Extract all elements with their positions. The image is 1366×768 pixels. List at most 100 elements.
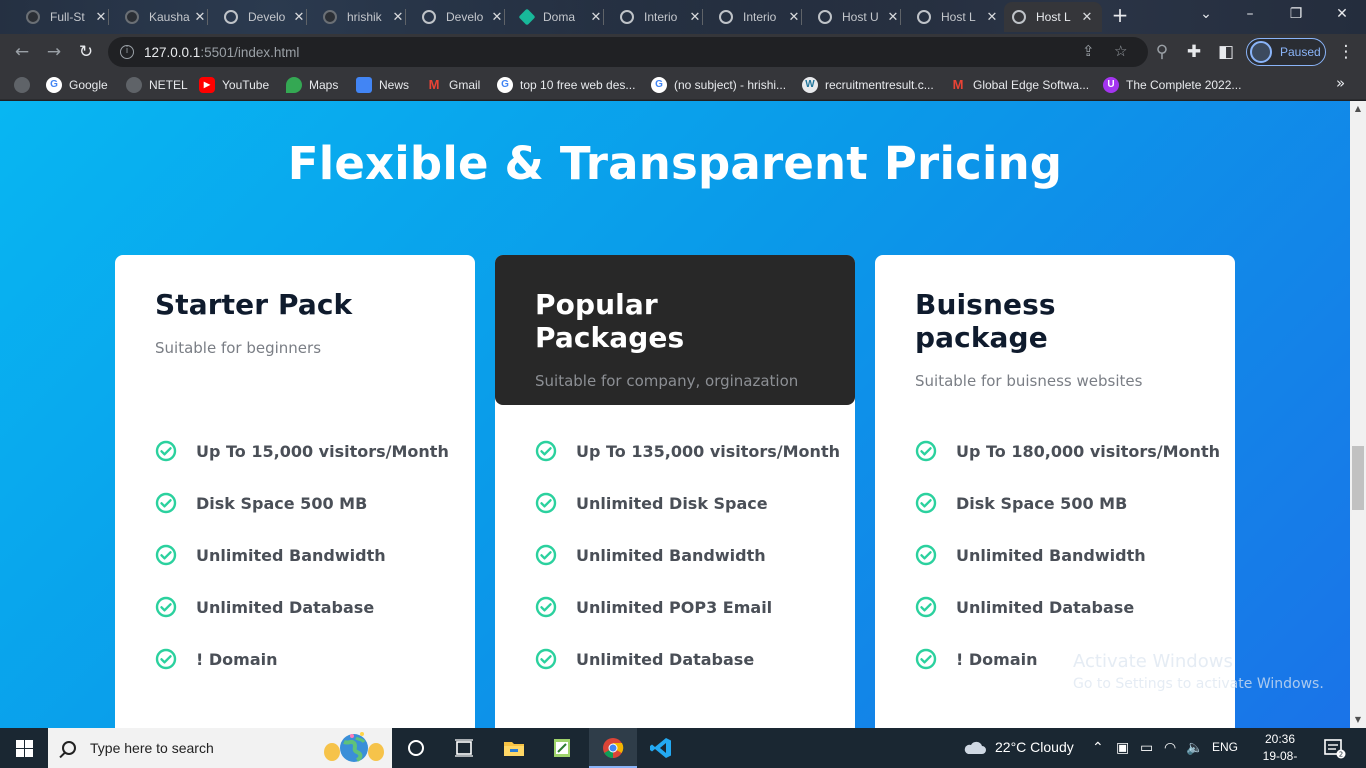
maps-icon (286, 77, 302, 93)
tab-search-icon[interactable]: ⌄ (1196, 6, 1216, 22)
bookmark-item[interactable]: Gtop 10 free web des... (497, 76, 635, 94)
close-icon[interactable]: ✕ (292, 9, 306, 25)
browser-tab[interactable]: Full-St ✕ (18, 2, 116, 32)
bookmark-item[interactable]: U The Complete 2022... (1103, 76, 1241, 94)
bookmark-item[interactable]: Wrecruitmentresult.c... (802, 76, 934, 94)
feature-text: Up To 135,000 visitors/Month (576, 441, 840, 461)
browser-tab[interactable]: Host U ✕ (810, 2, 908, 32)
bookmark-item[interactable]: M Global Edge Softwa... (950, 76, 1090, 94)
youtube-icon: ▶ (199, 77, 215, 93)
chrome-icon[interactable] (601, 736, 625, 760)
browser-tab[interactable]: Host L ✕ (909, 2, 1007, 32)
pricing-card-popular[interactable]: Popular Packages Suitable for company, o… (495, 255, 855, 728)
card-header: Buisness package Suitable for buisness w… (875, 255, 1235, 405)
plan-name: Popular Packages (535, 288, 685, 354)
close-icon[interactable]: ✕ (490, 9, 504, 25)
scroll-up-arrow-icon[interactable]: ▲ (1350, 101, 1366, 117)
puzzle-icon[interactable]: ✚ (1184, 42, 1204, 62)
pricing-card-starter[interactable]: Starter Pack Suitable for beginners Up T… (115, 255, 475, 728)
bookmark-youtube[interactable]: ▶ YouTube (199, 76, 269, 94)
plan-name: Starter Pack (155, 288, 353, 321)
card-header: Starter Pack Suitable for beginners (115, 255, 475, 405)
scrollbar-thumb[interactable] (1352, 446, 1364, 510)
browser-tab-active[interactable]: Host L ✕ (1004, 2, 1102, 32)
wifi-icon[interactable]: ◠ (1164, 739, 1176, 756)
battery-icon[interactable]: ▭ (1140, 739, 1153, 756)
close-icon[interactable]: ✕ (985, 9, 999, 25)
meet-now-icon[interactable]: ▣ (1116, 739, 1129, 756)
feature-item: Disk Space 500 MB (155, 477, 475, 529)
browser-tab[interactable]: Kausha ✕ (117, 2, 215, 32)
close-icon[interactable]: ✕ (688, 9, 702, 25)
volume-icon[interactable]: 🔈 (1186, 739, 1203, 756)
vscode-icon[interactable] (649, 736, 673, 760)
check-circle-icon (535, 648, 557, 670)
windows-start-button[interactable] (0, 728, 48, 768)
check-circle-icon (155, 544, 177, 566)
google-icon: G (46, 77, 62, 93)
cortana-icon[interactable] (404, 736, 428, 760)
feature-list: Up To 180,000 visitors/Month Disk Space … (875, 405, 1235, 685)
browser-tab[interactable]: Develo ✕ (414, 2, 512, 32)
profile-button[interactable]: Paused (1246, 38, 1326, 66)
browser-tab[interactable]: Develo ✕ (216, 2, 314, 32)
google-icon: G (497, 77, 513, 93)
globe-icon (818, 10, 832, 24)
reload-icon[interactable]: ↻ (76, 42, 96, 62)
bookmark-label: Maps (309, 78, 339, 92)
bookmark-news[interactable]: News (356, 76, 409, 94)
feature-text: Unlimited Database (576, 649, 755, 669)
close-icon[interactable]: ✕ (886, 9, 900, 25)
bookmark-item[interactable]: G (no subject) - hrishi... (651, 76, 786, 94)
taskbar-search-box[interactable]: Type here to search (48, 728, 392, 768)
close-icon[interactable]: ✕ (589, 9, 603, 25)
clock-time: 20:36 (1264, 732, 1296, 746)
close-icon[interactable]: ✕ (193, 9, 207, 25)
site-info-icon[interactable]: i (120, 45, 134, 59)
back-arrow-icon[interactable]: ← (12, 42, 32, 62)
feature-list: Up To 135,000 visitors/Month Unlimited D… (495, 405, 855, 685)
scroll-down-arrow-icon[interactable]: ▼ (1350, 712, 1366, 728)
page-scrollbar[interactable]: ▲ ▼ (1350, 101, 1366, 728)
menu-kebab-icon[interactable]: ⋮ (1336, 42, 1356, 62)
bookmark-google[interactable]: G Google (46, 76, 108, 94)
notepad-plus-icon[interactable] (550, 736, 574, 760)
feature-text: Unlimited Disk Space (576, 493, 768, 513)
browser-tab[interactable]: Interio ✕ (711, 2, 809, 32)
bookmarks-overflow-icon[interactable]: » (1336, 74, 1345, 92)
share-icon[interactable]: ⇪ (1082, 42, 1095, 60)
check-circle-icon (915, 492, 937, 514)
window-close-button[interactable]: ✕ (1332, 6, 1352, 22)
cloud-icon[interactable] (962, 736, 988, 760)
bookmark-gmail[interactable]: M Gmail (426, 76, 481, 94)
close-icon[interactable]: ✕ (94, 9, 108, 25)
tray-chevron-up-icon[interactable]: ⌃ (1092, 739, 1104, 756)
github-icon (323, 10, 337, 24)
browser-tab[interactable]: Doma ✕ (513, 2, 611, 32)
minimize-button[interactable]: – (1240, 6, 1260, 22)
apps-icon[interactable] (14, 76, 37, 94)
extension-icon[interactable]: ⚲ (1152, 42, 1172, 62)
bookmark-star-icon[interactable]: ☆ (1114, 42, 1127, 60)
close-icon[interactable]: ✕ (787, 9, 801, 25)
weather-text[interactable]: 22°C Cloudy (995, 739, 1074, 755)
notification-center-icon[interactable]: 2 (1322, 736, 1346, 760)
bookmark-netel[interactable]: NETEL (126, 76, 188, 94)
address-bar[interactable]: i 127.0.0.1:5501/index.html ⇪ ☆ (108, 37, 1148, 67)
gmail-icon: M (428, 77, 440, 92)
feature-item: Unlimited Database (155, 581, 475, 633)
new-tab-button[interactable]: + (1110, 5, 1130, 26)
close-icon[interactable]: ✕ (1080, 9, 1094, 25)
close-icon[interactable]: ✕ (391, 9, 405, 25)
file-explorer-icon[interactable] (502, 736, 526, 760)
forward-arrow-icon[interactable]: → (44, 42, 64, 62)
restore-button[interactable]: ❐ (1286, 6, 1306, 22)
browser-tab[interactable]: hrishik ✕ (315, 2, 413, 32)
browser-tab[interactable]: Interio ✕ (612, 2, 710, 32)
feature-item: Unlimited Database (915, 581, 1235, 633)
task-view-icon[interactable] (452, 736, 476, 760)
language-indicator[interactable]: ENG (1212, 740, 1238, 754)
bookmark-maps[interactable]: Maps (286, 76, 338, 94)
side-panel-icon[interactable]: ◧ (1216, 42, 1236, 62)
system-clock[interactable]: 20:36 19-08-2022 (1250, 731, 1310, 768)
